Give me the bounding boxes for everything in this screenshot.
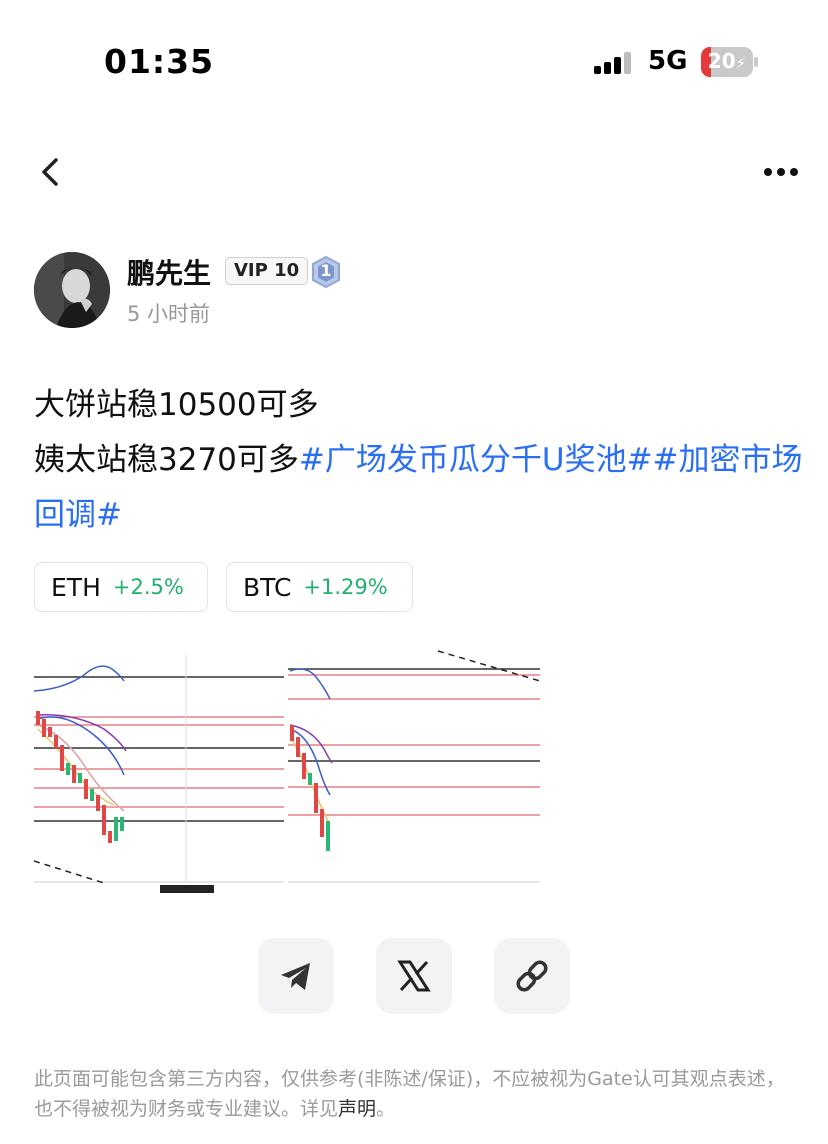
- battery-level: 20: [707, 49, 736, 73]
- network-label: 5G: [648, 46, 688, 76]
- disclaimer-end: 。: [376, 1098, 396, 1120]
- vip-badge: VIP 10: [225, 257, 309, 285]
- candlestick-chart-image: [288, 645, 541, 895]
- share-telegram-button[interactable]: [258, 938, 334, 1014]
- post-line-2: 姨太站稳3270可多: [34, 442, 299, 478]
- ticker-symbol: ETH: [51, 572, 101, 602]
- status-bar: 01:35 5G 20⚡: [0, 0, 828, 120]
- avatar[interactable]: [34, 252, 110, 328]
- ticker-change: +2.5%: [112, 575, 184, 599]
- copy-link-button[interactable]: [494, 938, 570, 1014]
- cellular-signal-icon: [594, 52, 632, 74]
- ticker-btc[interactable]: BTC +1.29%: [226, 562, 413, 612]
- battery-icon: 20⚡: [701, 47, 758, 77]
- disclaimer-text: 此页面可能包含第三方内容，仅供参考(非陈述/保证)，不应被视为Gate认可其观点…: [34, 1064, 802, 1124]
- ticker-symbol: BTC: [243, 572, 292, 602]
- post-timestamp: 5 小时前: [127, 302, 211, 326]
- back-button[interactable]: [30, 150, 74, 194]
- avatar-image: [34, 252, 110, 328]
- candlestick-chart-image: [33, 645, 284, 895]
- chevron-left-icon: [42, 158, 58, 186]
- status-time: 01:35: [104, 42, 215, 81]
- disclaimer-link[interactable]: 声明: [338, 1098, 376, 1120]
- post-content: 大饼站稳10500可多 姨太站稳3270可多#广场发币瓜分千U奖池##加密市场回…: [34, 378, 804, 543]
- share-x-button[interactable]: [376, 938, 452, 1014]
- post-line-1: 大饼站稳10500可多: [34, 387, 319, 423]
- author-name[interactable]: 鹏先生: [127, 252, 211, 292]
- disclaimer-body: 此页面可能包含第三方内容，仅供参考(非陈述/保证)，不应被视为Gate认可其观点…: [34, 1068, 785, 1120]
- chart-image-2[interactable]: [288, 645, 541, 895]
- chart-image-1[interactable]: [33, 645, 284, 895]
- link-icon: [516, 960, 548, 992]
- ticker-change: +1.29%: [303, 575, 388, 599]
- x-logo-icon: [397, 960, 431, 992]
- more-options-button[interactable]: [756, 158, 806, 186]
- level-number: 1: [320, 261, 332, 280]
- hashtag-link[interactable]: #广场发币瓜分千U奖池#: [299, 442, 653, 478]
- telegram-icon: [281, 963, 310, 990]
- ticker-eth[interactable]: ETH +2.5%: [34, 562, 208, 612]
- level-badge: 1: [310, 255, 342, 289]
